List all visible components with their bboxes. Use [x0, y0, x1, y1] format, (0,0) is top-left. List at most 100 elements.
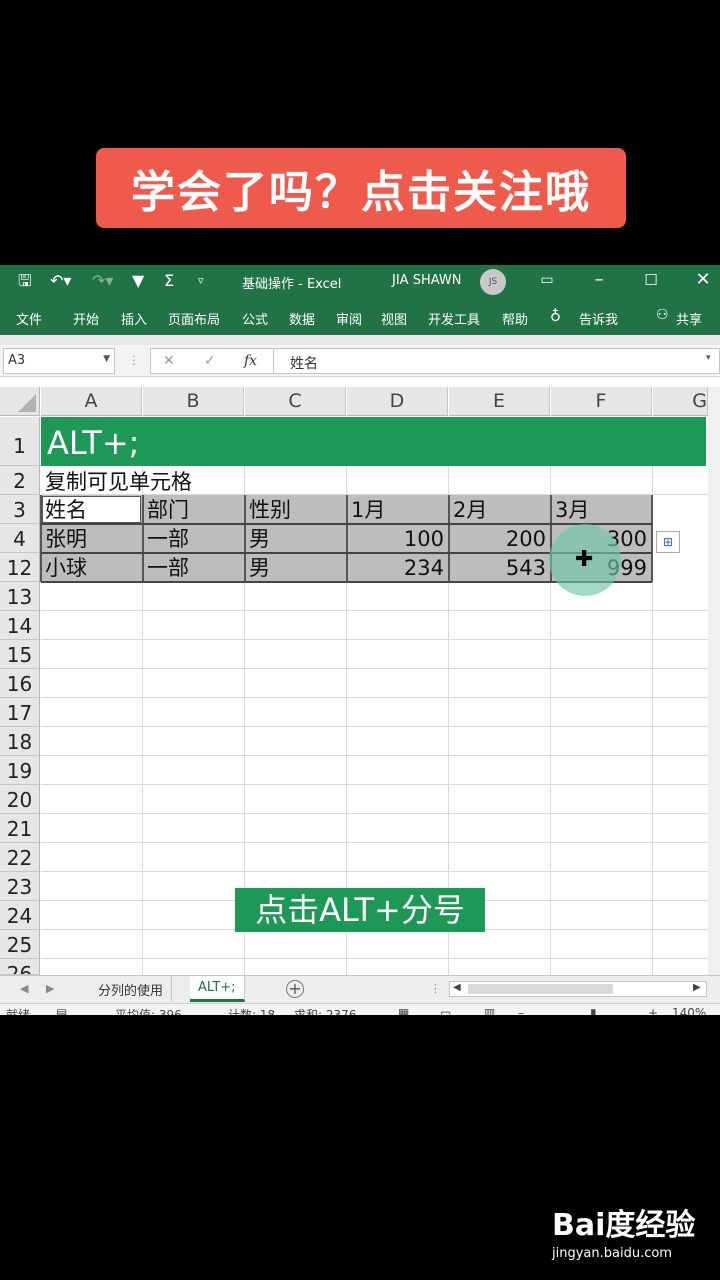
ribbon-display-icon[interactable]: ▭ — [532, 269, 562, 291]
status-ready: 就绪 — [6, 1008, 31, 1015]
cell-a1-title[interactable]: ALT+; — [41, 417, 706, 466]
zoom-in-icon[interactable]: + — [648, 1006, 658, 1015]
row-header-16[interactable]: 16 — [0, 669, 40, 698]
normal-view-icon[interactable]: ▦ — [398, 1006, 409, 1015]
tab-developer[interactable]: 开发工具 — [428, 309, 480, 328]
column-header-d[interactable]: D — [347, 387, 448, 416]
column-header-g[interactable]: G — [653, 387, 708, 416]
column-header-c[interactable]: C — [245, 387, 346, 416]
column-header-f[interactable]: F — [551, 387, 652, 416]
insert-function-button[interactable]: fx — [244, 353, 257, 369]
zoom-level[interactable]: 140% — [672, 1006, 706, 1015]
cell-e12[interactable]: 543 — [449, 553, 550, 581]
name-box[interactable]: A3 ▼ — [3, 348, 115, 374]
add-sheet-icon[interactable]: + — [286, 980, 304, 998]
zoom-slider[interactable]: ▮ — [590, 1006, 597, 1015]
expand-formula-icon[interactable]: ▾ — [706, 353, 711, 363]
row-header-3[interactable]: 3 — [0, 495, 40, 524]
scroll-thumb[interactable] — [468, 984, 613, 994]
macro-record-icon[interactable]: ▤ — [56, 1006, 67, 1015]
row-header-2[interactable]: 2 — [0, 466, 40, 495]
close-icon[interactable]: ✕ — [688, 269, 718, 291]
row-header-15[interactable]: 15 — [0, 640, 40, 669]
row-header-17[interactable]: 17 — [0, 698, 40, 727]
cell-d3[interactable]: 1月 — [347, 495, 389, 523]
tab-file[interactable]: 文件 — [16, 309, 42, 328]
scroll-tabs-left-icon[interactable]: ◀ — [20, 982, 28, 995]
chevron-down-icon[interactable]: ▼ — [103, 354, 110, 364]
column-header-b[interactable]: B — [143, 387, 244, 416]
lightbulb-icon[interactable]: ♁ — [550, 307, 561, 325]
cell-a2[interactable]: 复制可见单元格 — [41, 467, 196, 495]
share-person-icon[interactable]: ⚇ — [656, 307, 669, 323]
cell-a3[interactable]: 姓名 — [41, 495, 91, 523]
undo-icon[interactable]: ↶▾ — [50, 271, 71, 291]
cell-c4[interactable]: 男 — [245, 524, 274, 552]
cell-a4[interactable]: 张明 — [41, 524, 91, 552]
tab-help[interactable]: 帮助 — [502, 309, 528, 328]
row-header-13[interactable]: 13 — [0, 582, 40, 611]
scroll-right-icon[interactable]: ▶ — [693, 982, 701, 993]
filter-icon[interactable]: ▼ — [132, 271, 144, 291]
row-header-25[interactable]: 25 — [0, 930, 40, 959]
cell-d12[interactable]: 234 — [347, 553, 448, 581]
cell-b3[interactable]: 部门 — [143, 495, 193, 523]
row-header-4[interactable]: 4 — [0, 524, 40, 553]
tab-formulas[interactable]: 公式 — [242, 309, 268, 328]
row-header-19[interactable]: 19 — [0, 756, 40, 785]
zoom-out-icon[interactable]: – — [518, 1006, 524, 1015]
customize-toolbar-icon[interactable]: ▿ — [198, 271, 204, 291]
column-header-a[interactable]: A — [41, 387, 142, 416]
cell-c12[interactable]: 男 — [245, 553, 274, 581]
tab-data[interactable]: 数据 — [289, 309, 315, 328]
cell-b4[interactable]: 一部 — [143, 524, 193, 552]
row-header-22[interactable]: 22 — [0, 843, 40, 872]
tab-home[interactable]: 开始 — [73, 309, 99, 328]
select-all-button[interactable] — [0, 387, 40, 416]
tell-me-input[interactable]: 告诉我 — [579, 309, 618, 328]
row-header-24[interactable]: 24 — [0, 901, 40, 930]
worksheet-grid[interactable]: A B C D E F G 1 2 3 4 12 13 14 15 16 17 … — [0, 387, 720, 975]
row-header-1[interactable]: 1 — [0, 417, 40, 466]
row-header-12[interactable]: 12 — [0, 553, 40, 582]
tab-review[interactable]: 审阅 — [336, 309, 362, 328]
enter-icon[interactable]: ✓ — [204, 353, 216, 369]
horizontal-scrollbar[interactable]: ◀ ▶ — [449, 981, 707, 997]
row-header-18[interactable]: 18 — [0, 727, 40, 756]
cell-d4[interactable]: 100 — [347, 524, 448, 552]
row-header-20[interactable]: 20 — [0, 785, 40, 814]
cell-b12[interactable]: 一部 — [143, 553, 193, 581]
cancel-icon[interactable]: ✕ — [163, 353, 175, 369]
row-header-23[interactable]: 23 — [0, 872, 40, 901]
page-layout-view-icon[interactable]: ▭ — [440, 1006, 451, 1015]
minimize-icon[interactable]: – — [584, 269, 614, 291]
page-break-view-icon[interactable]: ▥ — [484, 1006, 495, 1015]
quick-analysis-icon[interactable]: ⊞ — [656, 531, 680, 553]
vertical-scrollbar[interactable] — [708, 387, 720, 975]
user-name[interactable]: JIA SHAWN — [392, 273, 461, 288]
cell-a12[interactable]: 小球 — [41, 553, 91, 581]
redo-icon[interactable]: ↷▾ — [92, 271, 113, 291]
maximize-icon[interactable]: ☐ — [636, 269, 666, 291]
save-icon[interactable]: 🖫 — [18, 271, 32, 291]
sheet-tab-split-columns[interactable]: 分列的使用 — [90, 976, 173, 1002]
share-button[interactable]: 共享 — [676, 309, 702, 328]
cell-e3[interactable]: 2月 — [449, 495, 491, 523]
sum-icon[interactable]: Σ — [164, 271, 174, 291]
scroll-left-icon[interactable]: ◀ — [453, 982, 461, 993]
sheet-tab-alt[interactable]: ALT+; — [190, 976, 245, 1002]
avatar[interactable]: JS — [480, 269, 506, 295]
column-header-e[interactable]: E — [449, 387, 550, 416]
cell-f3[interactable]: 3月 — [551, 495, 593, 523]
status-sum: 求和: 2376 — [294, 1008, 357, 1015]
tab-insert[interactable]: 插入 — [121, 309, 147, 328]
row-header-26[interactable]: 26 — [0, 959, 40, 975]
scroll-tabs-right-icon[interactable]: ▶ — [46, 982, 54, 995]
cell-c3[interactable]: 性别 — [245, 495, 295, 523]
cell-e4[interactable]: 200 — [449, 524, 550, 552]
row-header-14[interactable]: 14 — [0, 611, 40, 640]
tab-page-layout[interactable]: 页面布局 — [168, 309, 220, 328]
more-icon: ⋮ — [430, 982, 441, 995]
tab-view[interactable]: 视图 — [381, 309, 407, 328]
row-header-21[interactable]: 21 — [0, 814, 40, 843]
